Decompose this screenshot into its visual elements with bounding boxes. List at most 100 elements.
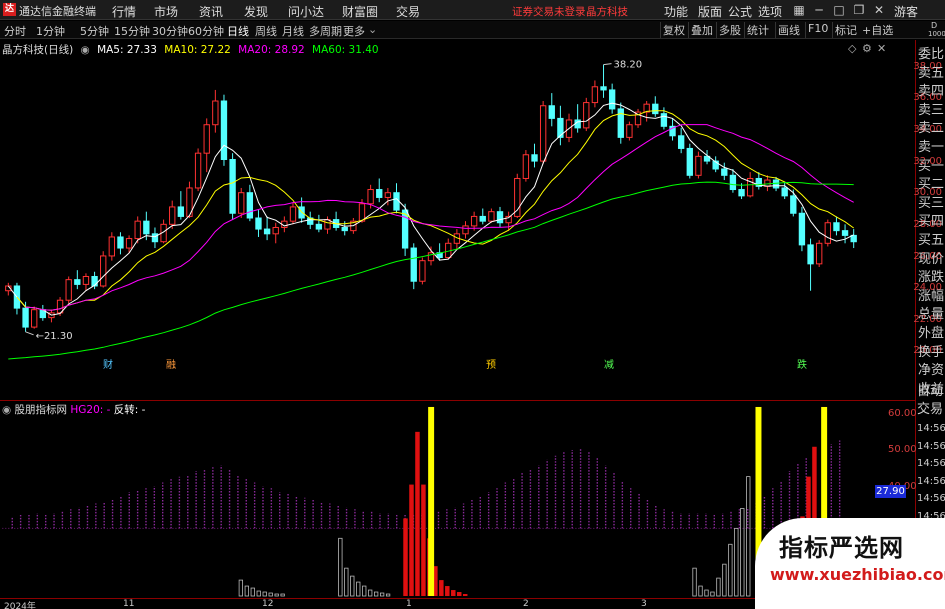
chart-close-icon[interactable]: ✕: [877, 42, 886, 55]
candle-body: [238, 192, 245, 214]
app-logo: 达: [3, 3, 16, 16]
side-panel-item[interactable]: 买一: [918, 159, 944, 174]
tool-huaxian[interactable]: 画线: [775, 22, 802, 38]
indicator-red-bar: [421, 484, 426, 597]
more-chevron-icon[interactable]: ⌄: [368, 23, 377, 36]
tab-multi-period[interactable]: 多周期: [309, 23, 342, 39]
side-panel-item[interactable]: 卖五: [918, 66, 944, 81]
event-mark-yu[interactable]: 预: [486, 356, 496, 371]
side-panel-item[interactable]: 买五: [918, 233, 944, 248]
tab-monthly[interactable]: 月线: [282, 23, 304, 39]
stock-title: 晶方科技(日线): [2, 44, 74, 56]
side-panel-item[interactable]: 卖二: [918, 121, 944, 136]
tool-biaoji[interactable]: 标记: [832, 22, 859, 38]
ma-legend: 晶方科技(日线) ◉ MA5: 27.33 MA10: 27.22 MA20: …: [2, 42, 383, 57]
side-panel-item[interactable]: 涨幅: [918, 289, 944, 304]
side-panel-item[interactable]: 净资: [918, 363, 944, 378]
ma60-label: MA60: 31.40: [312, 44, 379, 56]
side-panel-item[interactable]: 卖一: [918, 140, 944, 155]
side-auto[interactable]: 自动: [917, 384, 943, 399]
grid-icon[interactable]: ▦: [791, 2, 807, 18]
expand-circle-icon[interactable]: ◉: [81, 44, 90, 56]
minimize-icon[interactable]: ─: [811, 2, 827, 18]
tab-fenshi[interactable]: 分时: [4, 23, 26, 39]
indicator-grey-bar: [250, 587, 255, 597]
indicator-grey-bar: [280, 593, 285, 597]
indicator-value-box: 27.90: [875, 485, 906, 498]
ma20-label: MA20: 28.92: [238, 44, 305, 56]
close-icon[interactable]: ✕: [871, 2, 887, 18]
side-panel-item[interactable]: 卖四: [918, 84, 944, 99]
candlestick-chart[interactable]: 38.20 ←21.30: [0, 40, 915, 400]
tab-weekly[interactable]: 周线: [255, 23, 277, 39]
side-panel-item[interactable]: 总量: [918, 307, 944, 322]
tab-daily[interactable]: 日线: [227, 23, 249, 39]
indicator-grey-bar: [379, 592, 385, 597]
event-mark-rong[interactable]: 融: [166, 356, 176, 371]
menu-caifuquan[interactable]: 财富圈: [342, 3, 378, 20]
candle-body: [652, 103, 659, 115]
indicator-grey-bar: [344, 567, 349, 597]
date-label: 2024年: [4, 602, 36, 609]
menu-gongneng[interactable]: 功能: [664, 3, 688, 20]
candle-body: [677, 135, 685, 149]
date-label: 12: [262, 599, 274, 609]
tab-30min[interactable]: 30分钟: [152, 23, 188, 39]
date-label: 1: [406, 599, 412, 609]
candle-body: [695, 155, 702, 176]
hg20-label: HG20: -: [70, 404, 111, 416]
side-trade[interactable]: 交易: [917, 402, 943, 417]
menu-wenxiaoda[interactable]: 问小达: [288, 3, 324, 20]
indicator-grey-bar: [256, 590, 261, 597]
candle-body: [729, 174, 737, 191]
guest-label[interactable]: 游客: [894, 3, 918, 20]
login-notice[interactable]: 证券交易未登录: [512, 4, 586, 19]
side-panel-item[interactable]: 买二: [918, 177, 944, 192]
high-price-label: 38.20: [614, 60, 643, 71]
tab-60min[interactable]: 60分钟: [188, 23, 224, 39]
add-favorite-button[interactable]: +自选: [862, 22, 893, 38]
tab-1min[interactable]: 1分钟: [36, 23, 65, 39]
side-panel-item[interactable]: 买三: [918, 196, 944, 211]
menu-gongshi[interactable]: 公式: [728, 3, 752, 20]
event-mark-cai[interactable]: 财: [103, 356, 113, 371]
menu-xuanxiang[interactable]: 选项: [758, 3, 782, 20]
event-mark-jian[interactable]: 减: [604, 356, 614, 371]
indicator-tick-label: 50.00: [888, 444, 917, 456]
menu-faxian[interactable]: 发现: [244, 3, 268, 20]
side-panel-item[interactable]: 买四: [918, 214, 944, 229]
indicator-grey-bar: [362, 585, 367, 597]
maximize-icon[interactable]: □: [831, 2, 847, 18]
candle-body: [531, 154, 538, 162]
event-mark-die[interactable]: 跌: [797, 356, 807, 371]
side-panel-item[interactable]: 现价: [918, 252, 944, 267]
tab-more[interactable]: 更多: [343, 23, 365, 39]
candle-body: [574, 119, 581, 129]
indicator-circle-icon[interactable]: ◉: [2, 404, 11, 416]
indicator-grey-bar: [728, 543, 733, 597]
tool-f10[interactable]: F10: [805, 22, 830, 38]
menu-hangqing[interactable]: 行情: [112, 3, 136, 20]
menu-shichang[interactable]: 市场: [154, 3, 178, 20]
indicator-grey-bar: [704, 589, 709, 597]
settings-icon[interactable]: ⚙: [862, 42, 872, 55]
candle-body: [203, 124, 210, 154]
side-panel-item[interactable]: 卖三: [918, 103, 944, 118]
tool-fuquan[interactable]: 复权: [660, 22, 687, 38]
side-panel-item[interactable]: 涨跌: [918, 270, 944, 285]
side-panel-item[interactable]: 外盘: [918, 326, 944, 341]
tab-5min[interactable]: 5分钟: [80, 23, 109, 39]
menu-banmian[interactable]: 版面: [698, 3, 722, 20]
side-panel-item[interactable]: 委比: [918, 47, 944, 62]
candle-body: [738, 189, 745, 197]
tool-tongji[interactable]: 统计: [744, 22, 771, 38]
tool-diejia[interactable]: 叠加: [688, 22, 715, 38]
tool-duogu[interactable]: 多股: [716, 22, 743, 38]
candle-body: [824, 222, 831, 244]
menu-jiaoyi[interactable]: 交易: [396, 3, 420, 20]
side-panel-item[interactable]: 换手: [918, 345, 944, 360]
menu-zixun[interactable]: 资讯: [199, 3, 223, 20]
diamond-icon[interactable]: ◇: [848, 42, 856, 55]
tab-15min[interactable]: 15分钟: [114, 23, 150, 39]
restore-icon[interactable]: ❐: [851, 2, 867, 18]
